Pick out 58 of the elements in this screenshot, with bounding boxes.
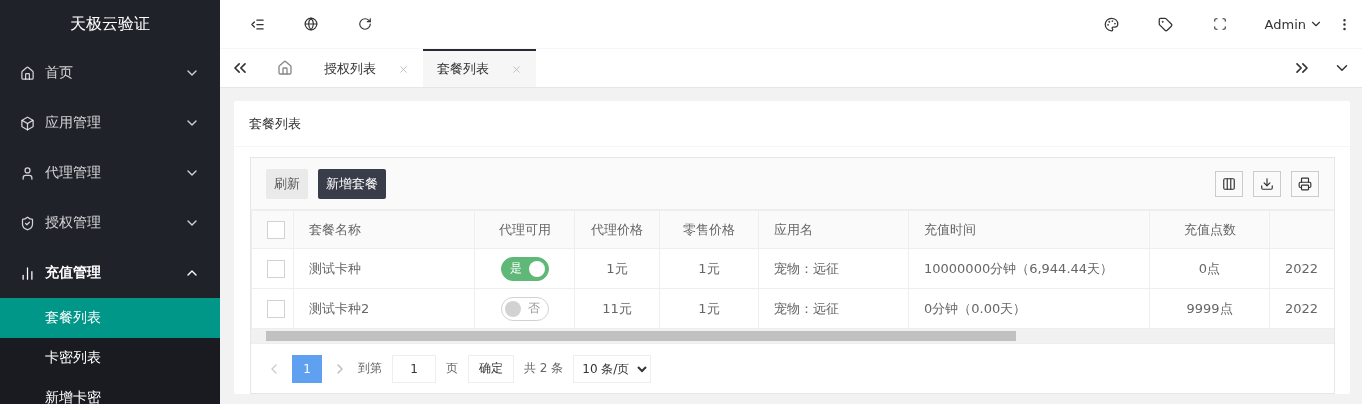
table-cell: 9999点 (1149, 288, 1270, 329)
tag-icon[interactable] (1158, 16, 1174, 32)
palette-icon[interactable] (1104, 16, 1120, 32)
table-cell: 宠物：远征 (758, 248, 909, 289)
column-header: 套餐名称 (293, 210, 475, 249)
column-header: 应用名 (758, 210, 909, 249)
goto-label: 到第 (358, 360, 382, 377)
cube-icon (20, 115, 35, 131)
row-checkbox[interactable] (267, 259, 285, 278)
column-header: 零售价格 (659, 210, 759, 249)
page-tab[interactable]: 套餐列表 (423, 49, 536, 87)
page-size-select[interactable]: 10 条/页 (573, 354, 652, 383)
row-checkbox[interactable] (267, 299, 285, 318)
table-cell: 1元 (574, 248, 660, 289)
column-header: 充值时间 (908, 210, 1150, 249)
submenu-item[interactable]: 新增卡密 (0, 378, 220, 404)
fullscreen-icon[interactable] (1212, 17, 1227, 31)
table-cell: 10000000分钟（6,944.44天） (908, 248, 1150, 289)
select-all-checkbox[interactable] (267, 220, 285, 239)
submenu-item[interactable]: 套餐列表 (0, 298, 220, 338)
table-cell: 测试卡种 (293, 248, 475, 289)
shield-icon (20, 215, 35, 231)
user-icon (20, 165, 35, 181)
add-button[interactable]: 新增套餐 (318, 168, 386, 199)
table-cell: 1元 (659, 288, 759, 329)
table-cell: 0点 (1149, 248, 1270, 289)
globe-icon[interactable] (304, 17, 318, 31)
app-logo-text: 天极云验证 (69, 12, 151, 35)
print-icon[interactable] (1291, 170, 1319, 197)
table-cell: 1元 (659, 248, 759, 289)
sidebar-item[interactable]: 授权管理 (0, 198, 220, 248)
table-cell: 测试卡种2 (293, 288, 475, 329)
horizontal-scrollbar[interactable] (251, 329, 1334, 343)
refresh-icon[interactable] (358, 17, 372, 31)
refresh-button[interactable]: 刷新 (266, 168, 308, 199)
column-header: 代理价格 (574, 210, 660, 249)
confirm-button[interactable]: 确定 (468, 354, 514, 383)
sidebar-item[interactable]: 应用管理 (0, 98, 220, 148)
table-cell: 0分钟（0.00天） (908, 288, 1150, 329)
column-header: 充值点数 (1149, 210, 1270, 249)
sidebar-item[interactable]: 首页 (0, 48, 220, 98)
home-icon[interactable] (277, 60, 293, 76)
sidebar-item[interactable]: 充值管理 (0, 248, 220, 298)
export-icon[interactable] (1253, 170, 1281, 197)
menu-icon[interactable] (249, 16, 265, 32)
total-count: 共 2 条 (524, 360, 564, 377)
page-input[interactable]: 1 (392, 354, 436, 383)
table-cell: 11元 (574, 288, 660, 329)
page-unit-label: 页 (446, 360, 458, 377)
submenu-item[interactable]: 卡密列表 (0, 338, 220, 378)
column-header: 代理可用 (474, 210, 575, 249)
chart-icon (20, 265, 35, 281)
table-cell: 宠物：远征 (758, 288, 909, 329)
card-title: 套餐列表 (234, 101, 1350, 147)
sidebar-item[interactable]: 代理管理 (0, 148, 220, 198)
columns-icon[interactable] (1215, 170, 1243, 197)
user-menu[interactable]: Admin (1246, 16, 1337, 32)
home-icon (20, 65, 35, 81)
